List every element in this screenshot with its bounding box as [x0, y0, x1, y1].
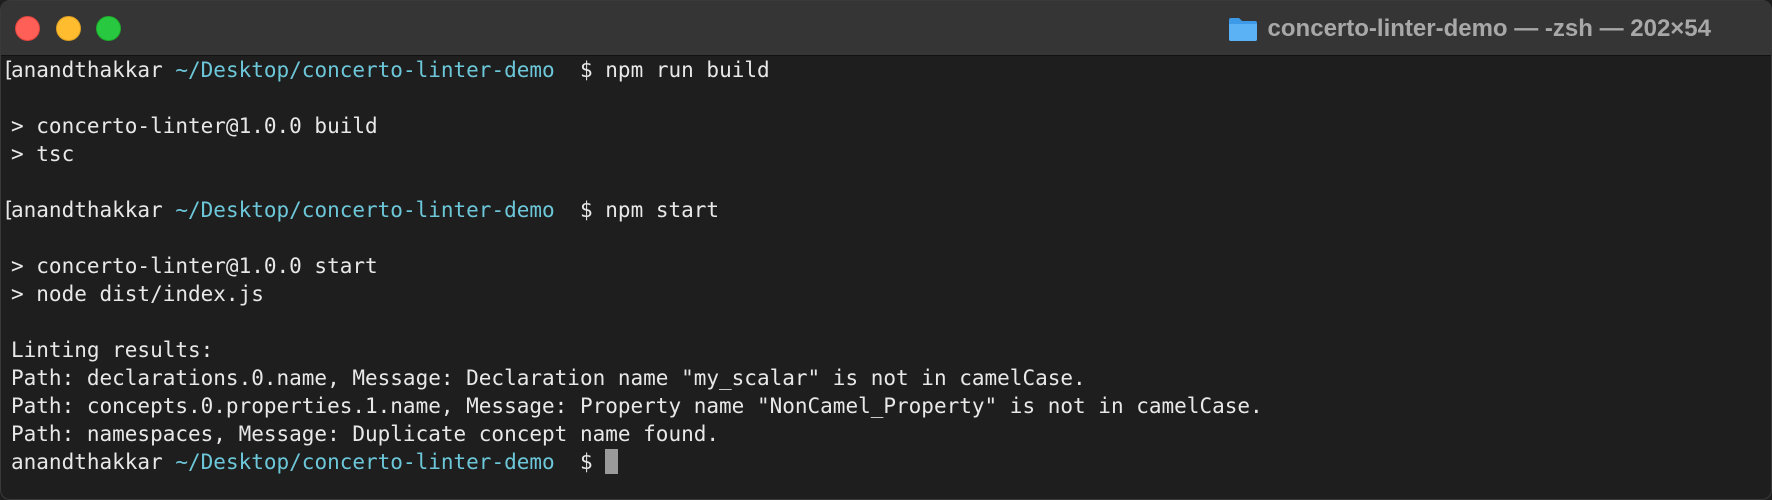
prompt-path: ~/Desktop/concerto-linter-demo — [175, 58, 555, 82]
mark-bracket: [ — [2, 58, 15, 82]
prompt-path: ~/Desktop/concerto-linter-demo — [175, 450, 555, 474]
prompt-user: anandthakkar — [11, 450, 163, 474]
result-line: Path: namespaces, Message: Duplicate con… — [11, 422, 720, 446]
output-line: > node dist/index.js — [11, 282, 264, 306]
output-line: > tsc — [11, 142, 75, 166]
title-bar[interactable]: concerto-linter-demo — -zsh — 202×54 — [1, 1, 1771, 56]
prompt-line-start: [anandthakkar ~/Desktop/concerto-linter-… — [2, 196, 1761, 224]
result-line: Path: concepts.0.properties.1.name, Mess… — [11, 394, 1263, 418]
prompt-line-build: [anandthakkar ~/Desktop/concerto-linter-… — [2, 56, 1761, 84]
command-text: npm run build — [605, 58, 770, 82]
output-line: > concerto-linter@1.0.0 build — [11, 114, 378, 138]
window-title-group: concerto-linter-demo — -zsh — 202×54 — [1228, 1, 1711, 56]
terminal-window: concerto-linter-demo — -zsh — 202×54 [an… — [0, 0, 1772, 500]
terminal-content[interactable]: [anandthakkar ~/Desktop/concerto-linter-… — [1, 56, 1771, 499]
zoom-button[interactable] — [96, 16, 121, 41]
prompt-user: anandthakkar — [11, 198, 163, 222]
result-line: Path: declarations.0.name, Message: Decl… — [11, 366, 1086, 390]
prompt-user: anandthakkar — [11, 58, 163, 82]
prompt-char: $ — [579, 58, 593, 82]
mark-bracket: [ — [2, 198, 15, 222]
text-cursor[interactable] — [605, 449, 619, 474]
close-button[interactable] — [15, 16, 40, 41]
prompt-line-current: anandthakkar ~/Desktop/concerto-linter-d… — [11, 448, 1761, 476]
command-text: npm start — [605, 198, 720, 222]
output-line: > concerto-linter@1.0.0 start — [11, 254, 378, 278]
prompt-char: $ — [579, 450, 593, 474]
prompt-char: $ — [579, 198, 593, 222]
minimize-button[interactable] — [56, 16, 81, 41]
window-title: concerto-linter-demo — -zsh — 202×54 — [1267, 14, 1711, 42]
results-header: Linting results: — [11, 338, 214, 362]
prompt-path: ~/Desktop/concerto-linter-demo — [175, 198, 555, 222]
folder-icon — [1228, 17, 1257, 41]
